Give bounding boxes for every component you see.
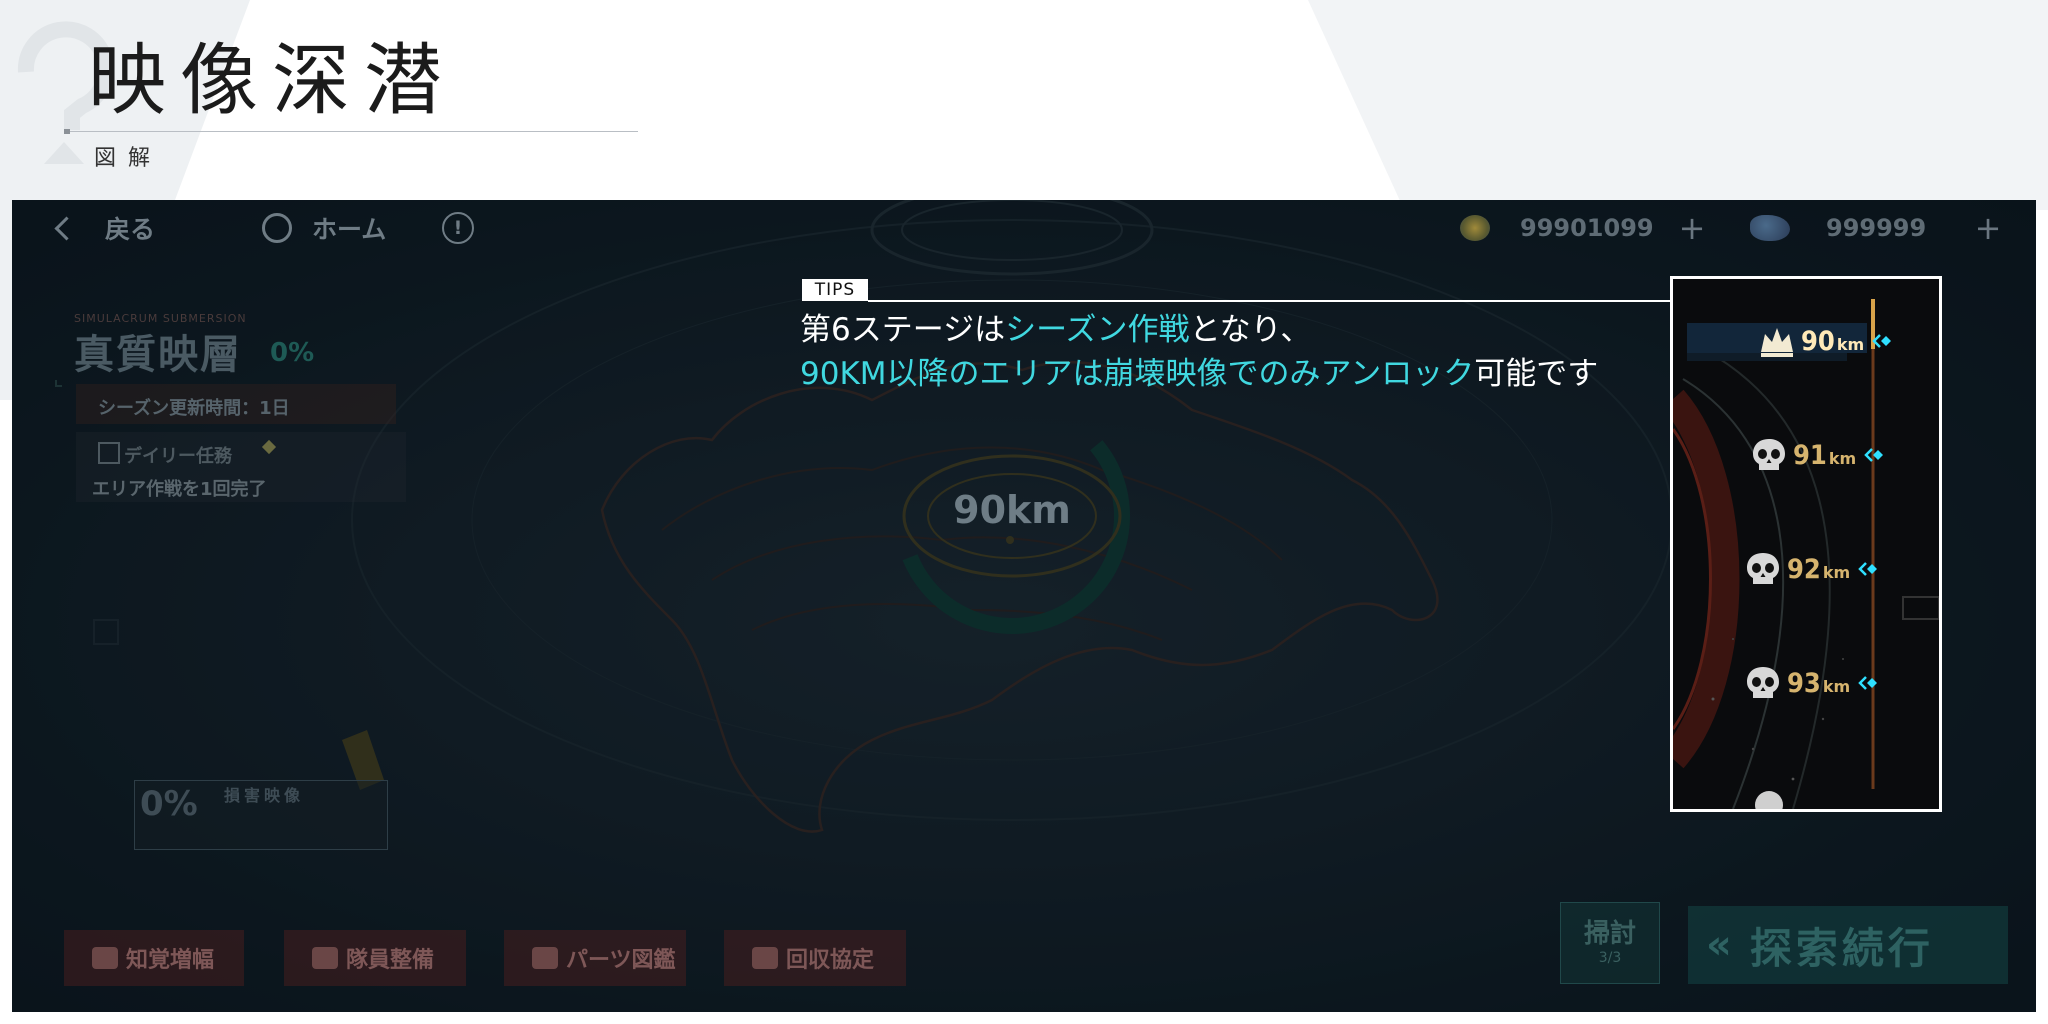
daily-mission-icon xyxy=(98,442,120,464)
info-button[interactable]: ! xyxy=(442,208,474,248)
currency-gold-value: 99901099 xyxy=(1520,214,1654,242)
record-percent: 0% xyxy=(140,784,198,824)
skull-icon xyxy=(1747,667,1779,698)
page-subtitle: 図解 xyxy=(94,146,163,171)
tips-connector-line xyxy=(868,300,1688,302)
home-ring-icon xyxy=(262,213,292,243)
cart-icon xyxy=(752,947,778,969)
tips-line-1: 第6ステージはシーズン作戦となり、 xyxy=(800,308,1598,352)
stage-row-91[interactable]: 91 km xyxy=(1749,435,1899,475)
add-gem-button[interactable]: + xyxy=(1968,208,2008,248)
stage-unit: km xyxy=(1828,448,1857,468)
tips-text-1c: となり、 xyxy=(1189,312,1312,348)
title-divider-dot xyxy=(64,129,70,134)
crown-icon xyxy=(1761,328,1793,357)
stage-unit: km xyxy=(1822,676,1851,696)
sweep-count: 3/3 xyxy=(1598,950,1622,966)
record-label: 損害映像 xyxy=(224,786,305,805)
boost-icon xyxy=(92,947,118,969)
stage-progress: 0% xyxy=(270,338,315,368)
season-update-text: シーズン更新時間：1日 xyxy=(98,398,290,419)
currency-gem-value: 999999 xyxy=(1826,214,1927,242)
stage-unit: km xyxy=(1836,334,1865,354)
stage-number: 90 xyxy=(1801,325,1835,357)
tips-highlight-season: シーズン作戦 xyxy=(1005,312,1190,348)
game-screenshot: 戻る ホーム ! 99901099 + 999999 + SIMULACRUM … xyxy=(12,200,2036,1012)
stage-row-90[interactable]: 90 km xyxy=(1757,321,1907,361)
tips-line-2: 90KM以降のエリアは崩壊映像でのみアンロック可能です xyxy=(800,352,1598,396)
stage-row-93[interactable]: 93 km xyxy=(1743,663,1893,703)
page-title: 映像深潜 xyxy=(88,36,457,126)
cyan-marker-icon xyxy=(1858,562,1878,576)
perception-boost-label: 知覚増幅 xyxy=(126,948,215,973)
home-button[interactable]: ホーム xyxy=(262,208,386,248)
double-chevron-left-icon: « xyxy=(1706,922,1736,968)
sweep-button[interactable]: 掃討 3/3 xyxy=(1560,902,1660,984)
cyan-marker-icon xyxy=(1872,334,1892,348)
back-button[interactable]: 戻る xyxy=(54,208,156,248)
stage-row-92[interactable]: 92 km xyxy=(1743,549,1893,589)
tips-text: 第6ステージはシーズン作戦となり、 90KM以降のエリアは崩壊映像でのみアンロッ… xyxy=(800,308,1598,396)
chevron-left-icon xyxy=(54,215,79,241)
recovery-agreement-label: 回収協定 xyxy=(786,948,875,973)
currency-gem: 999999 xyxy=(1750,208,1926,248)
gem-icon xyxy=(1750,215,1790,241)
wrench-icon xyxy=(312,947,338,969)
daily-mission-detail: エリア作戦を1回完了 xyxy=(92,479,267,500)
cyan-marker-icon xyxy=(1864,448,1884,462)
stage-number: 93 xyxy=(1787,667,1821,699)
crew-maintenance-label: 隊員整備 xyxy=(346,948,435,973)
title-divider xyxy=(64,131,638,132)
stage-number: 92 xyxy=(1787,553,1821,585)
stage-name: 真質映層 xyxy=(74,332,242,378)
parts-catalog-button[interactable]: パーツ図鑑 xyxy=(504,930,686,986)
coin-icon xyxy=(1460,215,1490,241)
back-label: 戻る xyxy=(105,215,156,244)
tips-highlight-unlock: 90KM以降のエリアは崩壊映像でのみアンロック xyxy=(800,356,1475,392)
skull-icon xyxy=(1753,439,1785,470)
stage-list-highlight: 90 km 91 km 92 km 93 km xyxy=(1670,276,1942,812)
daily-mission-title: デイリー任務 xyxy=(124,446,232,467)
tips-text-2b: 可能です xyxy=(1474,356,1599,392)
cyan-marker-icon xyxy=(1858,676,1878,690)
sweep-label: 掃討 xyxy=(1583,919,1636,949)
perception-boost-button[interactable]: 知覚増幅 xyxy=(64,930,244,986)
stage-number: 91 xyxy=(1793,439,1827,471)
tips-label: TIPS xyxy=(802,279,868,301)
stage-unit: km xyxy=(1822,562,1851,582)
info-icon: ! xyxy=(442,212,474,244)
center-distance[interactable]: 90km xyxy=(942,488,1082,532)
parts-catalog-label: パーツ図鑑 xyxy=(566,948,676,973)
crew-maintenance-button[interactable]: 隊員整備 xyxy=(284,930,466,986)
recovery-agreement-button[interactable]: 回収協定 xyxy=(724,930,906,986)
continue-explore-button[interactable]: « 探索続行 xyxy=(1688,906,2008,984)
currency-gold: 99901099 xyxy=(1460,208,1654,248)
skull-icon xyxy=(1747,553,1779,584)
tips-text-1a: 第6ステージは xyxy=(800,312,1006,348)
add-gold-button[interactable]: + xyxy=(1672,208,1712,248)
continue-explore-label: 探索続行 xyxy=(1749,923,1934,973)
home-label: ホーム xyxy=(312,215,387,244)
background-shape-right xyxy=(1308,0,2048,210)
parts-icon xyxy=(532,947,558,969)
